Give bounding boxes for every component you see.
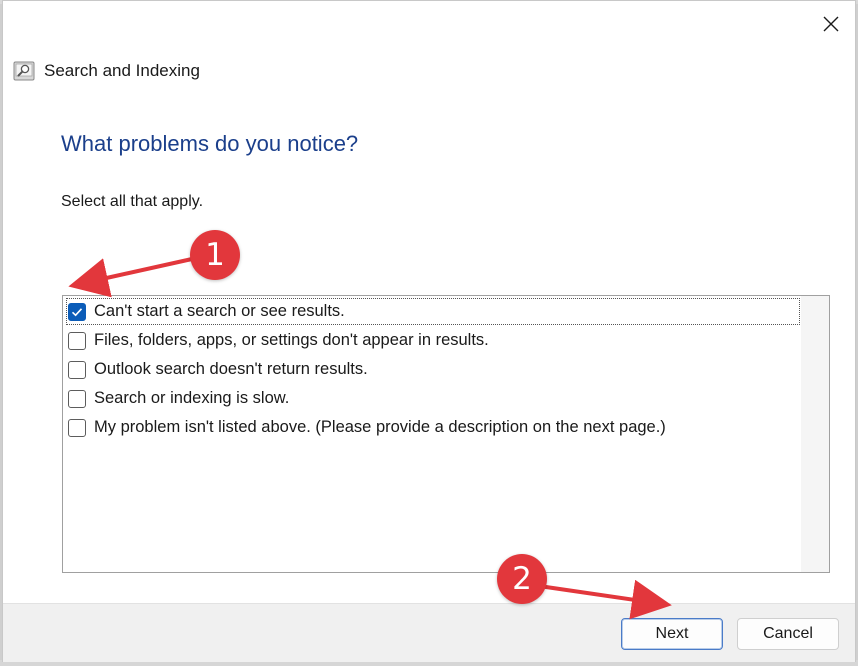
problem-label: Can't start a search or see results. <box>94 302 345 320</box>
dialog-title-bar: Search and Indexing <box>13 57 200 85</box>
troubleshooter-dialog: Search and Indexing What problems do you… <box>2 0 856 662</box>
problem-label: Files, folders, apps, or settings don't … <box>94 331 489 349</box>
close-icon <box>823 16 839 32</box>
instruction-text: Select all that apply. <box>61 193 204 210</box>
dialog-title: Search and Indexing <box>44 61 200 80</box>
list-scrollbar-area <box>801 296 829 572</box>
page-heading: What problems do you notice? <box>61 131 359 156</box>
checkbox-checked[interactable] <box>68 302 86 321</box>
search-indexing-icon <box>13 61 35 81</box>
cancel-button[interactable]: Cancel <box>737 618 839 650</box>
next-button[interactable]: Next <box>621 618 723 650</box>
problem-option-slow-indexing[interactable]: Search or indexing is slow. <box>66 385 800 412</box>
problem-option-outlook-search[interactable]: Outlook search doesn't return results. <box>66 356 800 383</box>
dialog-footer: Next Cancel <box>3 603 855 662</box>
problem-option-cant-start-search[interactable]: Can't start a search or see results. <box>66 298 800 325</box>
annotation-badge-2: 2 <box>497 554 547 604</box>
checkmark-icon <box>71 307 83 316</box>
problem-option-files-not-in-results[interactable]: Files, folders, apps, or settings don't … <box>66 327 800 354</box>
problem-label: Search or indexing is slow. <box>94 389 290 407</box>
problem-label: Outlook search doesn't return results. <box>94 360 368 378</box>
close-button[interactable] <box>809 7 853 41</box>
checkbox[interactable] <box>68 331 86 350</box>
checkbox[interactable] <box>68 418 86 437</box>
annotation-badge-1: 1 <box>190 230 240 280</box>
checkbox[interactable] <box>68 389 86 408</box>
problem-label: My problem isn't listed above. (Please p… <box>94 418 666 436</box>
problem-option-not-listed[interactable]: My problem isn't listed above. (Please p… <box>66 414 800 441</box>
problems-list[interactable]: Can't start a search or see results. Fil… <box>62 295 830 573</box>
checkbox[interactable] <box>68 360 86 379</box>
